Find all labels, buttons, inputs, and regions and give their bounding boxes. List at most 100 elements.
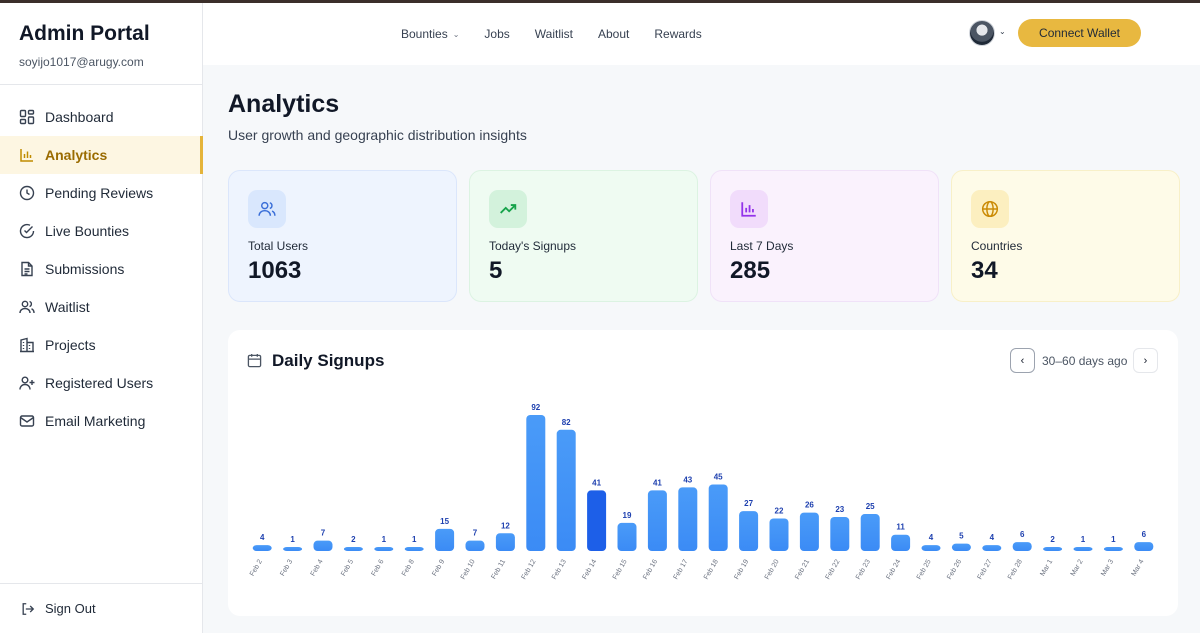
data-label: 25 bbox=[866, 502, 875, 511]
sign-out-label: Sign Out bbox=[45, 601, 96, 616]
bar-feb-19[interactable] bbox=[739, 511, 759, 551]
chevron-down-icon: ⌄ bbox=[452, 29, 460, 39]
data-label: 4 bbox=[929, 533, 934, 542]
stat-card-last-7-days: Last 7 Days 285 bbox=[710, 170, 939, 302]
users-icon bbox=[248, 190, 286, 228]
sidebar-item-analytics[interactable]: Analytics bbox=[0, 136, 203, 174]
logout-icon bbox=[21, 602, 35, 616]
bar-mar-4[interactable] bbox=[1134, 542, 1154, 551]
nav-about[interactable]: About bbox=[598, 27, 629, 41]
nav-jobs[interactable]: Jobs bbox=[484, 27, 509, 41]
bar-feb-16[interactable] bbox=[647, 490, 667, 551]
bar-feb-6[interactable] bbox=[374, 547, 394, 551]
bar-feb-3[interactable] bbox=[283, 547, 303, 551]
bar-feb-12[interactable] bbox=[526, 415, 546, 551]
trending-up-icon bbox=[489, 190, 527, 228]
dashboard-icon bbox=[19, 109, 35, 125]
nav-waitlist[interactable]: Waitlist bbox=[535, 27, 573, 41]
bar-feb-13[interactable] bbox=[556, 429, 576, 551]
sidebar-item-waitlist[interactable]: Waitlist bbox=[0, 288, 202, 326]
sidebar-item-label: Live Bounties bbox=[45, 223, 130, 239]
x-tick-label: Feb 24 bbox=[885, 558, 902, 580]
bar-feb-24[interactable] bbox=[891, 534, 911, 551]
data-label: 19 bbox=[623, 511, 632, 520]
nav-label: Bounties bbox=[401, 27, 448, 41]
stat-value: 34 bbox=[971, 257, 998, 284]
sidebar-item-label: Registered Users bbox=[45, 375, 154, 391]
sidebar-item-submissions[interactable]: Submissions bbox=[0, 250, 202, 288]
x-tick-label: Feb 4 bbox=[310, 558, 325, 577]
top-nav: Bounties ⌄ Jobs Waitlist About Rewards bbox=[401, 3, 702, 65]
bar-feb-4[interactable] bbox=[313, 540, 333, 551]
nav-rewards[interactable]: Rewards bbox=[654, 27, 701, 41]
sidebar-item-email-marketing[interactable]: Email Marketing bbox=[0, 402, 202, 440]
data-label: 11 bbox=[896, 523, 905, 532]
data-label: 23 bbox=[835, 505, 844, 514]
sidebar-item-dashboard[interactable]: Dashboard bbox=[0, 98, 202, 136]
bar-feb-26[interactable] bbox=[951, 543, 971, 551]
bar-feb-5[interactable] bbox=[343, 547, 363, 551]
bar-feb-8[interactable] bbox=[404, 547, 424, 551]
sign-out-button[interactable]: Sign Out bbox=[0, 583, 202, 633]
data-label: 4 bbox=[990, 533, 995, 542]
sidebar-item-label: Pending Reviews bbox=[45, 185, 154, 201]
brand: Admin Portal soyijo1017@arugy.com bbox=[0, 3, 202, 85]
sidebar-nav: Dashboard Analytics Pending Reviews Live… bbox=[0, 98, 203, 440]
x-tick-label: Feb 26 bbox=[946, 558, 963, 580]
bar-mar-2[interactable] bbox=[1073, 547, 1093, 551]
stat-card-total-users: Total Users 1063 bbox=[228, 170, 457, 302]
x-tick-label: Feb 10 bbox=[460, 558, 477, 580]
x-tick-label: Mar 1 bbox=[1039, 558, 1054, 577]
x-tick-label: Feb 3 bbox=[279, 558, 294, 577]
sidebar: Admin Portal soyijo1017@arugy.com Dashbo… bbox=[0, 3, 203, 633]
bar-feb-11[interactable] bbox=[495, 533, 515, 551]
sidebar-item-registered-users[interactable]: Registered Users bbox=[0, 364, 202, 402]
mail-icon bbox=[19, 413, 35, 429]
data-label: 45 bbox=[714, 472, 723, 481]
bar-feb-17[interactable] bbox=[678, 487, 698, 551]
bar-feb-2[interactable] bbox=[252, 545, 272, 551]
bar-feb-23[interactable] bbox=[860, 514, 880, 551]
x-tick-label: Feb 25 bbox=[916, 558, 933, 580]
data-label: 41 bbox=[653, 478, 662, 487]
sidebar-item-projects[interactable]: Projects bbox=[0, 326, 202, 364]
x-tick-label: Feb 5 bbox=[340, 558, 355, 577]
data-label: 2 bbox=[1050, 535, 1055, 544]
connect-wallet-button[interactable]: Connect Wallet bbox=[1018, 19, 1141, 47]
bar-feb-14[interactable] bbox=[587, 490, 607, 551]
bar-feb-18[interactable] bbox=[708, 484, 728, 551]
x-tick-label: Feb 15 bbox=[612, 558, 629, 580]
bar-feb-21[interactable] bbox=[799, 512, 819, 551]
bar-mar-1[interactable] bbox=[1043, 547, 1063, 551]
data-label: 4 bbox=[260, 533, 265, 542]
x-tick-label: Feb 20 bbox=[764, 558, 781, 580]
bar-feb-28[interactable] bbox=[1012, 542, 1032, 551]
bar-mar-3[interactable] bbox=[1103, 547, 1123, 551]
bar-feb-15[interactable] bbox=[617, 522, 637, 551]
bar-feb-22[interactable] bbox=[830, 517, 850, 551]
sidebar-item-pending-reviews[interactable]: Pending Reviews bbox=[0, 174, 202, 212]
window-top-border bbox=[0, 0, 1200, 3]
bar-feb-9[interactable] bbox=[435, 528, 455, 551]
stat-label: Today's Signups bbox=[489, 239, 577, 253]
x-tick-label: Mar 3 bbox=[1100, 558, 1115, 577]
bar-feb-10[interactable] bbox=[465, 540, 485, 551]
bar-feb-20[interactable] bbox=[769, 518, 789, 551]
top-header: Bounties ⌄ Jobs Waitlist About Rewards ⌄ … bbox=[203, 3, 1200, 65]
nav-bounties[interactable]: Bounties ⌄ bbox=[401, 27, 459, 41]
page-title: Analytics bbox=[228, 90, 340, 118]
chevron-down-icon[interactable]: ⌄ bbox=[999, 27, 1006, 36]
stat-value: 285 bbox=[730, 257, 771, 284]
main-content: Analytics User growth and geographic dis… bbox=[203, 65, 1200, 633]
avatar[interactable] bbox=[969, 20, 995, 46]
data-label: 1 bbox=[290, 535, 295, 544]
x-tick-label: Feb 23 bbox=[855, 558, 872, 580]
data-label: 7 bbox=[321, 529, 326, 538]
bar-feb-27[interactable] bbox=[982, 545, 1002, 551]
globe-icon bbox=[971, 190, 1009, 228]
bar-feb-25[interactable] bbox=[921, 545, 941, 551]
data-label: 2 bbox=[351, 535, 356, 544]
user-email: soyijo1017@arugy.com bbox=[19, 55, 144, 69]
stat-card-todays-signups: Today's Signups 5 bbox=[469, 170, 698, 302]
sidebar-item-live-bounties[interactable]: Live Bounties bbox=[0, 212, 202, 250]
